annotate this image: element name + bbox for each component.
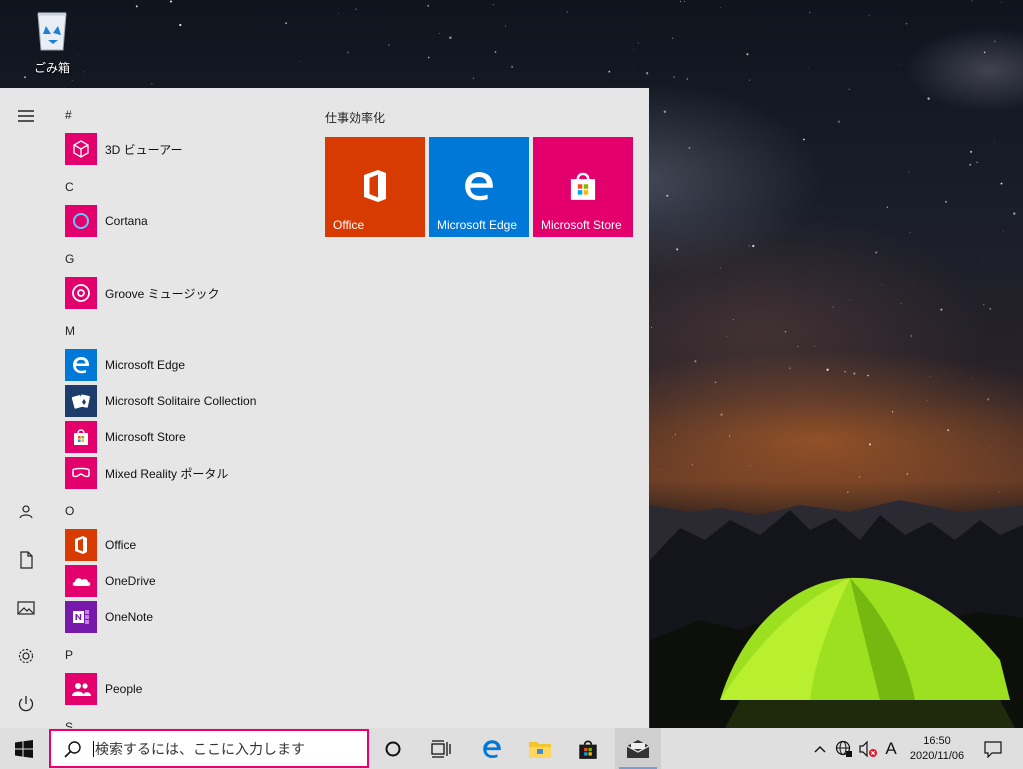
app-label: OneDrive <box>105 574 156 588</box>
cortana-circle-icon <box>385 741 401 756</box>
taskbar: 検索するには、ここに入力します A 16:50 2020/11/06 <box>0 728 1023 769</box>
start-menu-rail <box>0 88 52 728</box>
app-label: Microsoft Store <box>105 430 186 444</box>
edge-icon <box>65 349 97 381</box>
app-item-microsoft-store[interactable]: Microsoft Store <box>65 420 300 454</box>
letter-header[interactable]: G <box>65 252 74 266</box>
store-bag-icon <box>579 740 597 759</box>
letter-header[interactable]: M <box>65 324 75 338</box>
tile-label: Microsoft Store <box>541 218 622 232</box>
edge-icon <box>483 739 501 758</box>
expand-menu-button[interactable] <box>0 94 52 138</box>
app-label: Microsoft Edge <box>105 358 186 372</box>
clock-time: 16:50 <box>923 735 951 747</box>
app-label: Groove ミュージック <box>105 286 220 301</box>
edge-icon <box>465 172 493 201</box>
recycle-bin-icon <box>37 12 67 51</box>
letter-header[interactable]: # <box>65 108 72 122</box>
app-item-cortana[interactable]: Cortana <box>65 204 300 238</box>
mail-icon <box>626 739 650 758</box>
app-label: 3D ビューアー <box>105 142 183 157</box>
onedrive-cloud-icon <box>65 565 97 597</box>
documents-button[interactable] <box>0 538 52 582</box>
office-icon <box>364 170 386 202</box>
recycle-bin-shortcut[interactable]: ごみ箱 <box>20 8 84 76</box>
store-bag-icon <box>65 421 97 453</box>
volume-muted-icon <box>859 740 877 757</box>
tile-office[interactable]: Office <box>325 137 425 237</box>
app-list: # 3D ビューアー C Cortana G Groove ミュージック M M… <box>52 88 302 728</box>
app-item-office[interactable]: Office <box>65 528 300 562</box>
hamburger-icon <box>18 110 34 122</box>
groove-music-icon <box>65 277 97 309</box>
document-icon <box>20 551 33 569</box>
start-button[interactable] <box>0 728 48 769</box>
settings-button[interactable] <box>0 634 52 678</box>
mixed-reality-icon <box>65 457 97 489</box>
app-item-onedrive[interactable]: OneDrive <box>65 564 300 598</box>
folder-icon <box>529 741 551 758</box>
chevron-up-icon <box>814 745 826 752</box>
pictures-icon <box>17 601 35 615</box>
tile-label: Office <box>333 218 365 232</box>
text-caret <box>93 740 94 757</box>
letter-header[interactable]: C <box>65 180 74 194</box>
network-status-button[interactable] <box>832 728 856 769</box>
letter-header[interactable]: O <box>65 504 74 518</box>
power-button[interactable] <box>0 682 52 726</box>
app-item-mixed-reality-portal[interactable]: Mixed Reality ポータル <box>65 456 300 490</box>
tile-microsoft-edge[interactable]: Microsoft Edge <box>429 137 529 237</box>
app-item-3d-viewer[interactable]: 3D ビューアー <box>65 132 300 166</box>
search-box[interactable]: 検索するには、ここに入力します <box>49 729 369 768</box>
app-item-microsoft-edge[interactable]: Microsoft Edge <box>65 348 300 382</box>
app-item-people[interactable]: People <box>65 672 300 706</box>
taskbar-mail-button[interactable] <box>615 728 661 769</box>
user-account-button[interactable] <box>0 490 52 534</box>
people-icon <box>65 673 97 705</box>
start-menu: # 3D ビューアー C Cortana G Groove ミュージック M M… <box>0 88 649 728</box>
pictures-button[interactable] <box>0 586 52 630</box>
task-view-button[interactable] <box>420 728 462 769</box>
tile-microsoft-store[interactable]: Microsoft Store <box>533 137 633 237</box>
onenote-icon <box>65 601 97 633</box>
cube-icon <box>65 133 97 165</box>
gear-icon <box>18 648 34 664</box>
store-bag-icon <box>570 172 596 200</box>
search-icon <box>64 740 81 758</box>
cortana-ring-icon <box>65 205 97 237</box>
cortana-button[interactable] <box>372 728 414 769</box>
recycle-bin-label: ごみ箱 <box>33 61 70 75</box>
app-item-onenote[interactable]: OneNote <box>65 600 300 634</box>
ime-mode-indicator[interactable]: A <box>880 728 902 769</box>
show-hidden-icons-button[interactable] <box>810 728 830 769</box>
office-icon <box>65 529 97 561</box>
letter-header[interactable]: P <box>65 648 73 662</box>
clock-date: 2020/11/06 <box>909 750 965 762</box>
app-label: Microsoft Solitaire Collection <box>105 394 257 408</box>
cards-icon <box>65 385 97 417</box>
app-item-microsoft-solitaire-collection[interactable]: Microsoft Solitaire Collection <box>65 384 300 418</box>
action-center-button[interactable] <box>976 728 1010 769</box>
power-icon <box>18 696 34 712</box>
app-item-groove-music[interactable]: Groove ミュージック <box>65 276 300 310</box>
volume-button[interactable] <box>856 728 880 769</box>
tile-group-title[interactable]: 仕事効率化 <box>325 109 385 126</box>
network-globe-icon <box>835 740 852 757</box>
app-label: People <box>105 682 143 696</box>
search-placeholder: 検索するには、ここに入力します <box>95 740 305 757</box>
clock[interactable]: 16:50 2020/11/06 <box>904 728 970 769</box>
app-label: Office <box>105 538 137 552</box>
app-label: Mixed Reality ポータル <box>105 466 229 481</box>
tile-label: Microsoft Edge <box>437 218 518 232</box>
windows-logo-icon <box>15 739 33 758</box>
user-icon <box>19 505 33 519</box>
app-label: OneNote <box>105 610 154 624</box>
task-view-icon <box>431 739 451 758</box>
letter-header[interactable]: S <box>65 720 73 728</box>
taskbar-store-button[interactable] <box>566 728 610 769</box>
taskbar-edge-button[interactable] <box>470 728 514 769</box>
taskbar-file-explorer-button[interactable] <box>518 728 562 769</box>
app-label: Cortana <box>105 214 148 228</box>
notification-icon <box>984 740 1002 758</box>
